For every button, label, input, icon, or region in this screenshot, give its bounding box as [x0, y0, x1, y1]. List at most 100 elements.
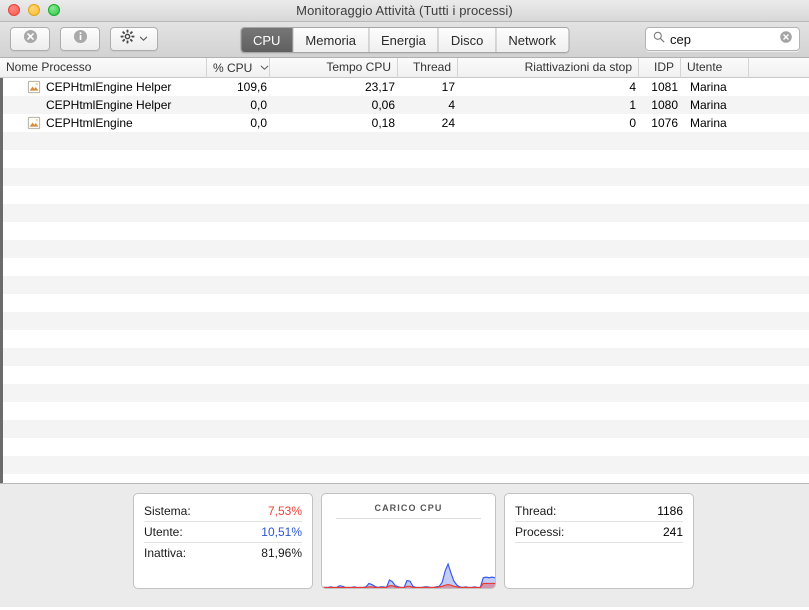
stat-row-inattiva: Inattiva: 81,96% — [144, 543, 302, 563]
stat-label-thread: Thread: — [515, 504, 557, 518]
cell-tempo-cpu: 0,18 — [371, 116, 395, 130]
table-row-empty — [3, 168, 809, 186]
stop-process-button[interactable] — [10, 27, 50, 51]
column-header-spacer[interactable] — [749, 58, 786, 78]
stat-value-thread: 1186 — [657, 504, 683, 518]
stat-label-sistema: Sistema: — [144, 504, 191, 518]
column-header-percent-cpu-label: % CPU — [213, 60, 253, 75]
app-icon — [27, 80, 41, 94]
tab-memoria[interactable]: Memoria — [293, 28, 370, 52]
stat-row-thread: Thread: 1186 — [515, 501, 683, 522]
stat-row-utente: Utente: 10,51% — [144, 522, 302, 543]
cell-thread: 4 — [448, 98, 455, 112]
table-row-empty — [3, 240, 809, 258]
table-row-empty — [3, 294, 809, 312]
cell-tempo-cpu: 23,17 — [364, 80, 395, 94]
process-name-text: CEPHtmlEngine — [46, 116, 133, 130]
cell-utente: Marina — [690, 116, 727, 130]
cell-idp: 1080 — [651, 98, 678, 112]
column-header-percent-cpu[interactable]: % CPU — [207, 57, 270, 78]
table-row-empty — [3, 150, 809, 168]
table-row-empty — [3, 420, 809, 438]
table-row-empty — [3, 384, 809, 402]
cell-tempo-cpu: 0,06 — [371, 98, 395, 112]
cell-idp: 1076 — [651, 116, 678, 130]
table-row-empty — [3, 348, 809, 366]
table-row-empty — [3, 312, 809, 330]
cell-thread: 24 — [441, 116, 455, 130]
cell-riattivazioni: 0 — [629, 116, 636, 130]
cell-process-name: CEPHtmlEngine Helper — [3, 78, 210, 96]
gear-icon — [120, 29, 135, 49]
totals-panel: Thread: 1186 Processi: 241 — [504, 493, 694, 589]
table-row-empty — [3, 258, 809, 276]
cpu-load-graph-rule — [336, 518, 481, 519]
toolbar: CPU Memoria Energia Disco Network — [0, 22, 809, 58]
table-row[interactable]: CEPHtmlEngine 0,0 0,18 24 0 1076 Marina — [3, 114, 809, 132]
stat-row-processi: Processi: 241 — [515, 522, 683, 543]
sort-chevron-down-icon — [260, 58, 269, 77]
inspect-process-button[interactable] — [60, 27, 100, 51]
search-input[interactable] — [670, 31, 779, 47]
column-header-nome-processo[interactable]: Nome Processo — [0, 57, 207, 78]
table-row-empty — [3, 402, 809, 420]
table-row-empty — [3, 456, 809, 474]
cell-process-name: CEPHtmlEngine Helper — [3, 96, 210, 114]
cpu-load-graph-panel: CARICO CPU — [321, 493, 496, 589]
column-header-idp[interactable]: IDP — [639, 57, 681, 78]
cell-percent-cpu: 0,0 — [250, 98, 267, 112]
table-row[interactable]: CEPHtmlEngine Helper 109,6 23,17 17 4 1081 Mar… — [3, 78, 809, 96]
stat-value-inattiva: 81,96% — [261, 546, 302, 560]
column-header-tempo-cpu[interactable]: Tempo CPU — [270, 57, 398, 78]
title-bar: Monitoraggio Attività (Tutti i processi) — [0, 0, 809, 22]
table-column-header: Nome Processo % CPU Tempo CPU Thread Ria… — [0, 57, 809, 78]
info-icon — [73, 29, 88, 49]
process-name-text: CEPHtmlEngine Helper — [46, 80, 172, 94]
search-field[interactable] — [645, 27, 800, 51]
tab-network[interactable]: Network — [496, 28, 569, 52]
tab-disco[interactable]: Disco — [438, 28, 497, 52]
cpu-load-graph — [322, 562, 495, 588]
column-header-utente[interactable]: Utente — [681, 57, 749, 78]
view-tabs: CPU Memoria Energia Disco Network — [239, 27, 570, 53]
settings-menu-button[interactable] — [110, 27, 158, 51]
stat-row-sistema: Sistema: 7,53% — [144, 501, 302, 522]
cell-percent-cpu: 109,6 — [236, 80, 267, 94]
table-row-empty — [3, 132, 809, 150]
toolbar-left-group — [10, 27, 158, 51]
footer-panel: Sistema: 7,53% Utente: 10,51% Inattiva: … — [0, 483, 809, 607]
table-row-empty — [3, 204, 809, 222]
table-row-empty — [3, 474, 809, 483]
table-row-empty — [3, 438, 809, 456]
stat-label-utente: Utente: — [144, 525, 183, 539]
process-table[interactable]: CEPHtmlEngine Helper 109,6 23,17 17 4 1081 Mar… — [0, 78, 809, 483]
table-row-empty — [3, 186, 809, 204]
tab-cpu[interactable]: CPU — [240, 28, 294, 52]
table-row-empty — [3, 366, 809, 384]
stat-value-utente: 10,51% — [261, 525, 302, 539]
tab-energia[interactable]: Energia — [369, 28, 439, 52]
cell-riattivazioni: 4 — [629, 80, 636, 94]
footer-panel-group: Sistema: 7,53% Utente: 10,51% Inattiva: … — [133, 493, 694, 589]
process-name-text: CEPHtmlEngine Helper — [46, 98, 172, 112]
activity-monitor-window: Monitoraggio Attività (Tutti i processi) — [0, 0, 809, 610]
graph-area-utente — [322, 564, 495, 588]
table-row-empty — [3, 222, 809, 240]
cell-idp: 1081 — [651, 80, 678, 94]
column-header-riattivazioni-da-stop[interactable]: Riattivazioni da stop — [458, 57, 639, 78]
clear-search-icon[interactable] — [779, 30, 793, 49]
cell-utente: Marina — [690, 98, 727, 112]
cpu-load-graph-title: CARICO CPU — [374, 503, 443, 513]
chevron-down-icon — [139, 30, 148, 48]
cell-percent-cpu: 0,0 — [250, 116, 267, 130]
process-table-rows: CEPHtmlEngine Helper 109,6 23,17 17 4 1081 Mar… — [3, 78, 809, 483]
stop-process-icon — [23, 29, 38, 49]
app-icon — [27, 116, 41, 130]
cell-utente: Marina — [690, 80, 727, 94]
stat-value-processi: 241 — [662, 525, 683, 539]
window-title: Monitoraggio Attività (Tutti i processi) — [296, 3, 513, 18]
table-row-empty — [3, 276, 809, 294]
table-row[interactable]: CEPHtmlEngine Helper 0,0 0,06 4 1 1080 Marina — [3, 96, 809, 114]
column-header-thread[interactable]: Thread — [398, 57, 458, 78]
stat-label-processi: Processi: — [515, 525, 565, 539]
